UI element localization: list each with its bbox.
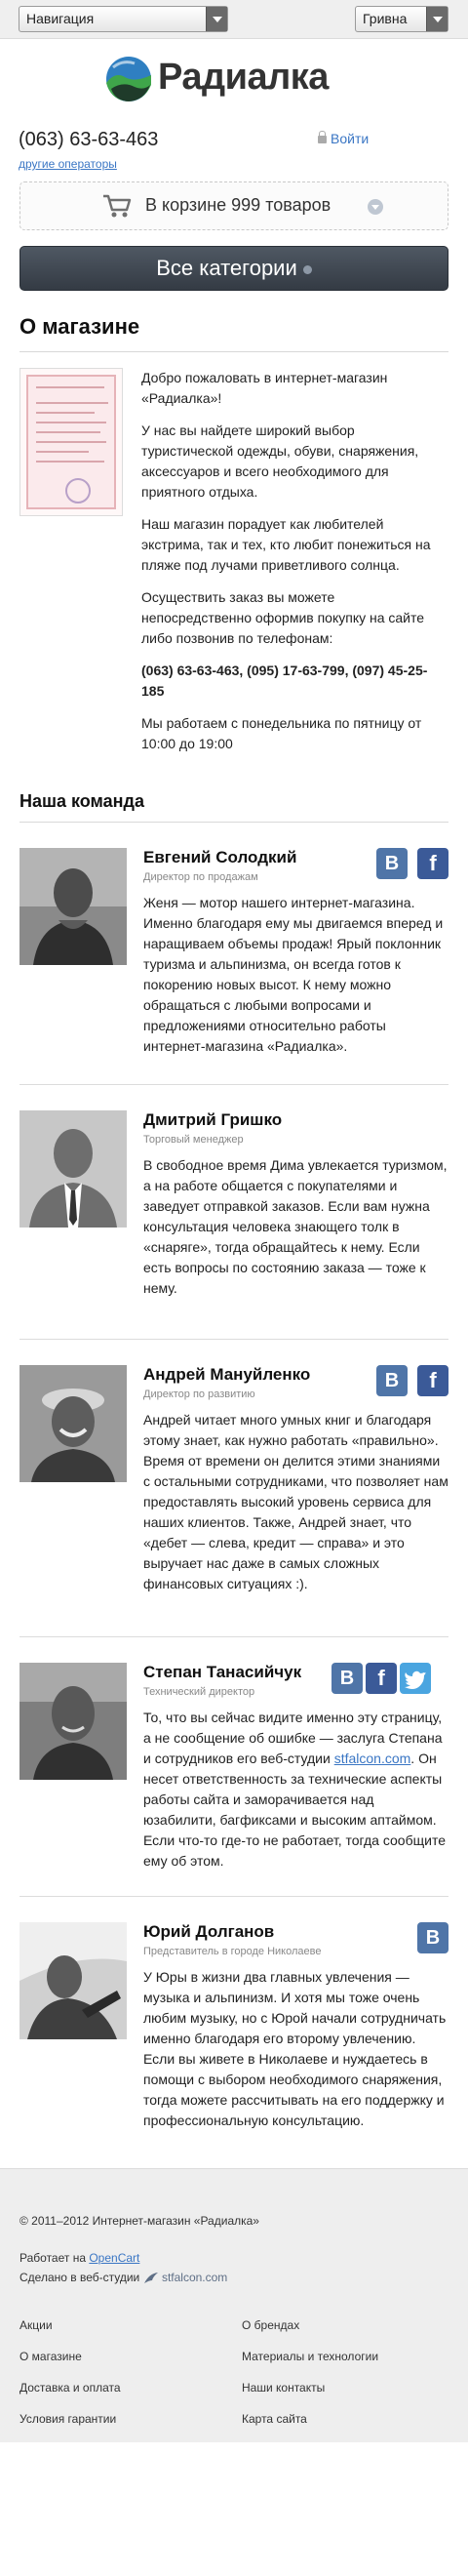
member-photo: [20, 1663, 127, 1780]
member-role: Технический директор: [143, 1686, 255, 1698]
opencart-link[interactable]: OpenCart: [89, 2251, 139, 2265]
facebook-icon[interactable]: f: [366, 1663, 397, 1694]
all-categories-label: Все категории: [156, 256, 297, 280]
team-member: Степан Танасийчук Технический директор В…: [20, 1637, 448, 1897]
member-photo: [20, 1110, 127, 1228]
member-bio-text: . Он несет ответственность за технически…: [143, 1751, 446, 1869]
certificate-image[interactable]: [20, 368, 123, 516]
team-heading: Наша команда: [20, 791, 448, 823]
top-bar: Навигация Гривна: [0, 0, 468, 39]
member-bio: В свободное время Дима увлекается туризм…: [143, 1157, 448, 1296]
member-role: Директор по продажам: [143, 871, 258, 883]
powered-by-prefix: Работает на: [20, 2251, 90, 2265]
circle-icon: [302, 264, 312, 274]
team-member: Юрий Долганов Представитель в городе Ник…: [20, 1897, 448, 2168]
about-section: Добро пожаловать в интернет-магазин «Рад…: [20, 368, 448, 784]
member-bio: То, что вы сейчас видите именно эту стра…: [143, 1708, 448, 1872]
phone-number[interactable]: (063) 63-63-463: [19, 129, 158, 151]
stfalcon-link[interactable]: stfalcon.com: [334, 1751, 411, 1766]
team-member: Евгений Солодкий Директор по продажам В …: [20, 823, 448, 1085]
copyright: © 2011–2012 Интернет-магазин «Радиалка»: [20, 2214, 259, 2228]
studio-prefix: Сделано в веб-студии: [20, 2271, 143, 2284]
studio-credit: Сделано в веб-студии stfalcon.com: [20, 2271, 227, 2285]
login-link[interactable]: Войти: [318, 131, 369, 146]
chevron-down-icon: [426, 7, 448, 31]
member-photo: [20, 848, 127, 965]
vk-icon[interactable]: В: [376, 848, 408, 879]
vk-icon[interactable]: В: [417, 1922, 448, 1953]
footer-link-brands[interactable]: О брендах: [242, 2318, 299, 2332]
shopping-cart-icon: [103, 194, 132, 218]
other-operators-link[interactable]: другие операторы: [19, 157, 117, 171]
all-categories-button[interactable]: Все категории: [20, 246, 448, 291]
member-bio: Женя — мотор нашего интернет-магазина. И…: [143, 895, 444, 1054]
chevron-down-icon[interactable]: [368, 199, 383, 215]
navigation-select-label: Навигация: [26, 11, 95, 26]
facebook-icon[interactable]: f: [417, 1365, 448, 1396]
team-member: Андрей Мануйленко Директор по развитию В…: [20, 1340, 448, 1637]
cart-box[interactable]: В корзине 999 товаров: [20, 181, 448, 230]
member-photo: [20, 1922, 127, 2039]
footer-link-contacts[interactable]: Наши контакты: [242, 2381, 325, 2395]
member-name: Дмитрий Гришко: [143, 1110, 283, 1129]
member-photo: [20, 1365, 127, 1482]
currency-select-label: Гривна: [363, 11, 408, 26]
about-heading: О магазине: [20, 314, 448, 352]
member-name: Степан Танасийчук: [143, 1663, 302, 1681]
facebook-icon[interactable]: f: [417, 848, 448, 879]
vk-icon[interactable]: В: [376, 1365, 408, 1396]
footer-link-sitemap[interactable]: Карта сайта: [242, 2412, 307, 2426]
contacts-block: (063) 63-63-463 другие операторы Войти: [0, 115, 468, 174]
powered-by: Работает на OpenCart: [20, 2251, 139, 2265]
stfalcon-logo[interactable]: stfalcon.com: [162, 2271, 227, 2284]
twitter-icon[interactable]: [400, 1663, 431, 1694]
member-role: Директор по развитию: [143, 1389, 255, 1400]
cart-summary: В корзине 999 товаров: [145, 195, 332, 215]
footer-link-promotions[interactable]: Акции: [20, 2318, 53, 2332]
member-name: Юрий Долганов: [143, 1922, 275, 1941]
logo[interactable]: Радиалка: [0, 39, 468, 115]
member-bio: У Юры в жизни два главных увлечения — му…: [143, 1969, 447, 2128]
login-label: Войти: [331, 131, 370, 146]
about-phones: (063) 63-63-463, (095) 17-63-799, (097) …: [141, 663, 428, 699]
member-role: Представитель в городе Николаеве: [143, 1946, 322, 1957]
lock-icon: [318, 131, 327, 143]
member-bio: Андрей читает много умных книг и благода…: [143, 1412, 448, 1591]
about-paragraph: Осуществить заказ вы можете непосредстве…: [141, 589, 425, 646]
footer-link-materials[interactable]: Материалы и технологии: [242, 2350, 378, 2363]
about-paragraph: У нас вы найдете широкий выбор туристиче…: [141, 423, 419, 500]
certificate-frame: [26, 375, 116, 509]
member-name: Евгений Солодкий: [143, 848, 297, 866]
footer-link-warranty[interactable]: Условия гарантии: [20, 2412, 116, 2426]
footer: © 2011–2012 Интернет-магазин «Радиалка» …: [0, 2168, 468, 2442]
footer-link-about[interactable]: О магазине: [20, 2350, 82, 2363]
about-text: Добро пожаловать в интернет-магазин «Рад…: [141, 368, 448, 766]
logo-text: Радиалка: [158, 57, 329, 98]
currency-select[interactable]: Гривна: [355, 6, 448, 32]
vk-icon[interactable]: В: [332, 1663, 363, 1694]
about-hours: Мы работаем с понедельника по пятницу от…: [141, 715, 422, 751]
team-member: Дмитрий Гришко Торговый менеджер В свобо…: [20, 1085, 448, 1340]
about-paragraph: Добро пожаловать в интернет-магазин «Рад…: [141, 370, 388, 406]
logo-mark-icon: [106, 57, 151, 101]
seal-icon: [65, 478, 91, 503]
falcon-icon: [143, 2272, 158, 2283]
member-role: Торговый менеджер: [143, 1134, 244, 1146]
navigation-select[interactable]: Навигация: [19, 6, 228, 32]
about-paragraph: Наш магазин порадует как любителей экстр…: [141, 516, 431, 573]
member-name: Андрей Мануйленко: [143, 1365, 311, 1384]
footer-link-delivery[interactable]: Доставка и оплата: [20, 2381, 121, 2395]
chevron-down-icon: [206, 7, 227, 31]
